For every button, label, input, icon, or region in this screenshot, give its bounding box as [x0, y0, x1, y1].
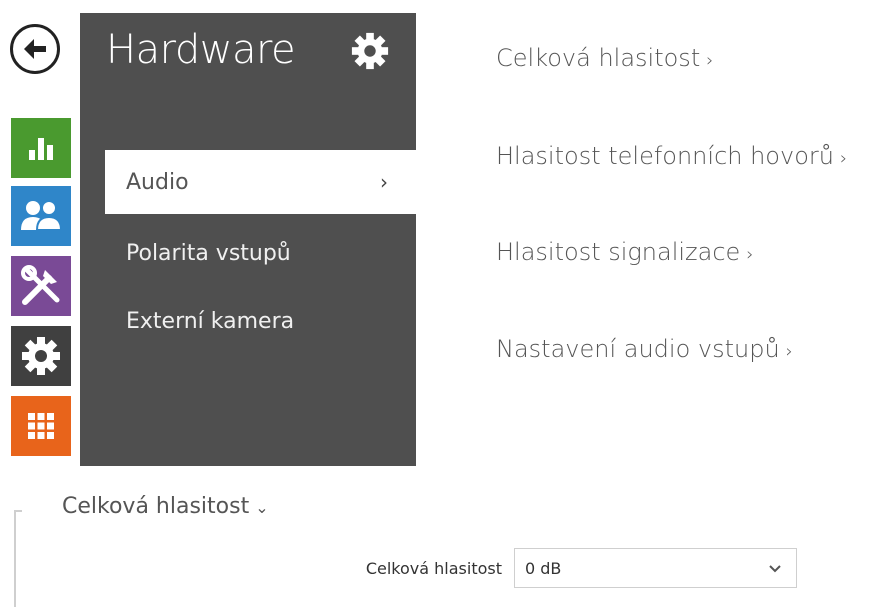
- section-bracket: [14, 510, 22, 607]
- chevron-right-icon: ›: [839, 148, 848, 169]
- gear-icon: [22, 337, 60, 375]
- tools-icon: [21, 265, 60, 305]
- link-label: Celková hlasitost: [496, 44, 701, 72]
- side-panel: Hardware Audio › Polarita vstupů Externí…: [80, 13, 416, 466]
- module-system-button[interactable]: [11, 396, 71, 456]
- module-status-button[interactable]: [11, 118, 71, 178]
- page: Hardware Audio › Polarita vstupů Externí…: [0, 0, 889, 607]
- chevron-right-icon: ›: [746, 244, 754, 265]
- link-signaling-volume[interactable]: Hlasitost signalizace ›: [496, 238, 754, 266]
- users-icon: [21, 200, 62, 231]
- link-label: Nastavení audio vstupů: [496, 335, 780, 363]
- sidebar-item-label: Audio: [126, 169, 189, 195]
- link-label: Hlasitost signalizace: [496, 238, 741, 266]
- section-title: Celková hlasitost: [62, 494, 250, 519]
- total-volume-label: Celková hlasitost: [365, 559, 502, 578]
- sidebar-item-external-camera[interactable]: Externí kamera: [80, 289, 416, 353]
- sidebar-item-label: Polarita vstupů: [126, 240, 291, 266]
- module-hardware-button[interactable]: [11, 326, 71, 386]
- settings-gear-icon: [350, 31, 390, 75]
- sidebar-item-audio[interactable]: Audio ›: [105, 150, 416, 214]
- sidebar-item-input-polarity[interactable]: Polarita vstupů: [80, 221, 416, 285]
- bar-chart-icon: [29, 138, 53, 160]
- chevron-right-icon: ›: [785, 341, 793, 362]
- link-call-volume[interactable]: Hlasitost telefonních hovorů ›: [496, 142, 847, 170]
- link-label: Hlasitost telefonních hovorů: [496, 142, 834, 170]
- arrow-left-icon: [24, 39, 46, 59]
- chevron-down-icon: ⌄: [255, 498, 269, 517]
- link-audio-inputs-settings[interactable]: Nastavení audio vstupů ›: [496, 335, 793, 363]
- chevron-right-icon: ›: [706, 50, 714, 71]
- back-button[interactable]: [10, 24, 60, 74]
- module-directory-button[interactable]: [11, 186, 71, 246]
- chevron-down-icon: [769, 565, 781, 573]
- select-value: 0 dB: [525, 558, 562, 578]
- chevron-right-icon: ›: [380, 170, 388, 194]
- section-header-total-volume[interactable]: Celková hlasitost ⌄: [62, 494, 269, 519]
- link-total-volume[interactable]: Celková hlasitost ›: [496, 44, 713, 72]
- sidebar-item-label: Externí kamera: [126, 308, 295, 334]
- grid-icon: [28, 413, 54, 439]
- panel-title: Hardware: [106, 27, 296, 73]
- total-volume-select[interactable]: 0 dB: [514, 548, 797, 588]
- module-services-button[interactable]: [11, 256, 71, 316]
